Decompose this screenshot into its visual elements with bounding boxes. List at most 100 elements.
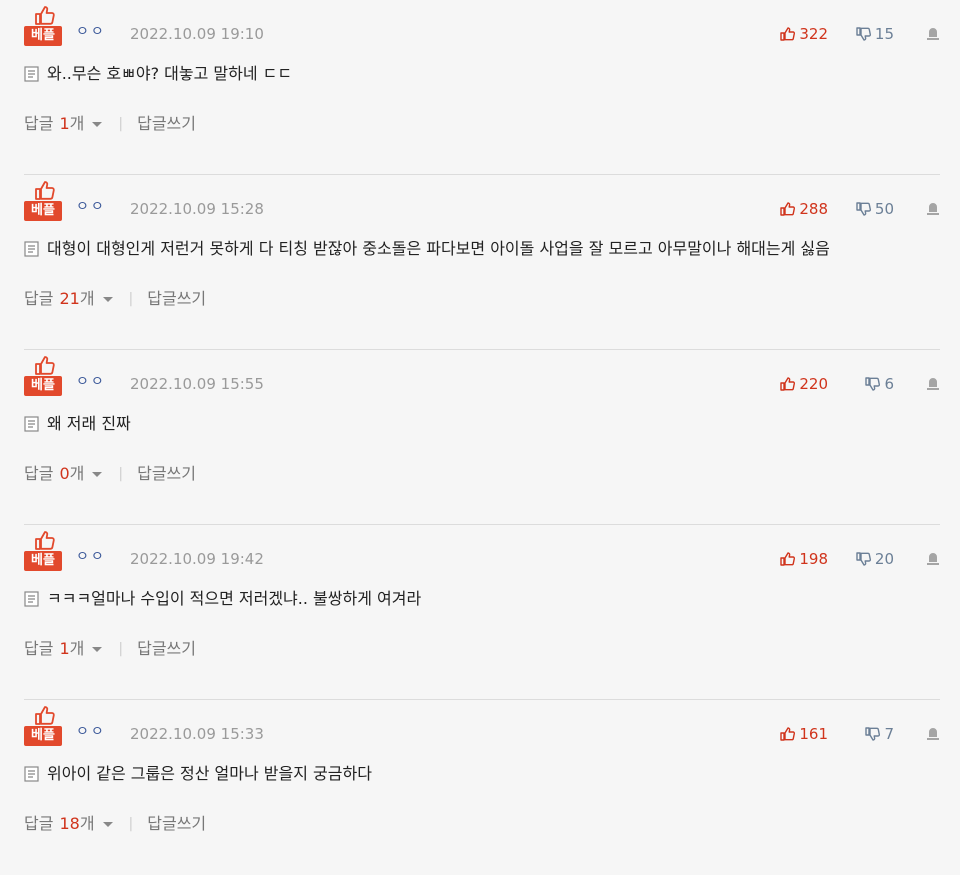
comment-date: 2022.10.09 19:42 [130,550,264,568]
reply-toggle[interactable]: 답글 21 개 [24,288,115,310]
best-comment-badge: 베플 [24,354,62,398]
comment-text: 와..무슨 호ㅃ야? 대놓고 말하네 ㄷㄷ [47,64,293,83]
like-button[interactable]: 220 [779,375,828,393]
comment-body: 대형이 대형인게 저런거 못하게 다 티칭 받잖아 중소돌은 파다보면 아이돌 … [24,238,830,260]
comment-text: ㅋㅋㅋ얼마나 수입이 적으면 저러겠냐.. 불쌍하게 여겨라 [47,589,422,608]
thumbs-up-icon [35,356,55,375]
caret-down-icon [92,647,103,652]
reply-row: 답글 1 개 | 답글쓰기 [24,638,196,660]
write-reply-link[interactable]: 답글쓰기 [137,463,196,485]
separator: | [128,291,134,307]
reply-count: 18 [59,814,80,833]
thumbs-up-icon [35,706,55,725]
thumbs-up-icon [780,27,796,41]
reply-count: 1 [59,114,70,133]
dislike-count: 15 [874,25,894,43]
dislike-button[interactable]: 15 [855,25,894,43]
reply-toggle[interactable]: 답글 1 개 [24,113,104,135]
thumbs-down-icon [856,202,871,216]
comment-body: 왜 저래 진짜 [24,413,131,435]
dislike-button[interactable]: 7 [864,725,894,743]
report-icon[interactable] [926,202,940,216]
reply-label: 답글 [24,289,54,308]
comment-date: 2022.10.09 19:10 [130,25,264,43]
author-name[interactable]: ㅇㅇ [76,550,106,564]
dislike-button[interactable]: 50 [855,200,894,218]
write-reply-link[interactable]: 답글쓰기 [147,288,206,310]
caret-down-icon [102,822,113,827]
separator: | [128,816,134,832]
separator: | [118,116,124,132]
thumbs-up-icon [35,531,55,550]
memo-icon [24,591,39,607]
thumbs-down-icon [856,27,871,41]
reply-row: 답글 0 개 | 답글쓰기 [24,463,196,485]
memo-icon [24,66,39,82]
thumbs-up-icon [780,727,796,741]
write-reply-link[interactable]: 답글쓰기 [137,113,196,135]
like-button[interactable]: 288 [779,200,828,218]
write-reply-link[interactable]: 답글쓰기 [147,813,206,835]
dislike-button[interactable]: 6 [864,375,894,393]
reply-unit: 개 [79,814,95,833]
reply-toggle[interactable]: 답글 18 개 [24,813,115,835]
write-reply-link[interactable]: 답글쓰기 [137,638,196,660]
comment-item: 베플 ㅇㅇ 2022.10.09 15:28 288 50 대형이 대형인게 저… [24,175,940,350]
reply-toggle[interactable]: 답글 1 개 [24,638,104,660]
separator: | [118,641,124,657]
comment-item: 베플 ㅇㅇ 2022.10.09 15:33 161 7 위아이 같은 그룹은 … [24,700,940,875]
like-button[interactable]: 161 [779,725,828,743]
like-button[interactable]: 198 [779,550,828,568]
comment-text: 대형이 대형인게 저런거 못하게 다 티칭 받잖아 중소돌은 파다보면 아이돌 … [47,239,830,258]
reply-unit: 개 [69,464,85,483]
comment-body: 위아이 같은 그룹은 정산 얼마나 받을지 궁금하다 [24,763,372,785]
reply-count: 0 [59,464,70,483]
memo-icon [24,416,39,432]
reply-row: 답글 1 개 | 답글쓰기 [24,113,196,135]
report-icon[interactable] [926,27,940,41]
thumbs-up-icon [780,202,796,216]
thumbs-up-icon [35,181,55,200]
reply-row: 답글 18 개 | 답글쓰기 [24,813,206,835]
report-icon[interactable] [926,377,940,391]
comment-item: 베플 ㅇㅇ 2022.10.09 19:10 322 15 와..무슨 호ㅃ야?… [24,0,940,175]
author-name[interactable]: ㅇㅇ [76,200,106,214]
report-icon[interactable] [926,727,940,741]
memo-icon [24,766,39,782]
dislike-count: 50 [874,200,894,218]
report-icon[interactable] [926,552,940,566]
reply-unit: 개 [69,114,85,133]
reply-label: 답글 [24,464,54,483]
caret-down-icon [92,122,103,127]
memo-icon [24,241,39,257]
thumbs-down-icon [865,727,881,741]
caret-down-icon [92,472,103,477]
like-count: 198 [799,550,828,568]
reply-unit: 개 [69,639,85,658]
reply-label: 답글 [24,639,54,658]
best-comment-badge: 베플 [24,704,62,748]
reply-label: 답글 [24,814,54,833]
like-button[interactable]: 322 [779,25,828,43]
reply-toggle[interactable]: 답글 0 개 [24,463,104,485]
best-label: 베플 [24,201,62,221]
dislike-button[interactable]: 20 [855,550,894,568]
dislike-count: 20 [874,550,894,568]
like-count: 288 [799,200,828,218]
reply-unit: 개 [79,289,95,308]
like-count: 161 [799,725,828,743]
thumbs-down-icon [865,377,881,391]
thumbs-up-icon [780,377,796,391]
comment-text: 위아이 같은 그룹은 정산 얼마나 받을지 궁금하다 [47,764,372,783]
comment-text: 왜 저래 진짜 [47,414,131,433]
best-label: 베플 [24,726,62,746]
author-name[interactable]: ㅇㅇ [76,25,106,39]
best-label: 베플 [24,376,62,396]
best-comment-badge: 베플 [24,179,62,223]
best-label: 베플 [24,551,62,571]
like-count: 220 [799,375,828,393]
dislike-count: 6 [884,375,894,393]
dislike-count: 7 [884,725,894,743]
author-name[interactable]: ㅇㅇ [76,725,106,739]
author-name[interactable]: ㅇㅇ [76,375,106,389]
